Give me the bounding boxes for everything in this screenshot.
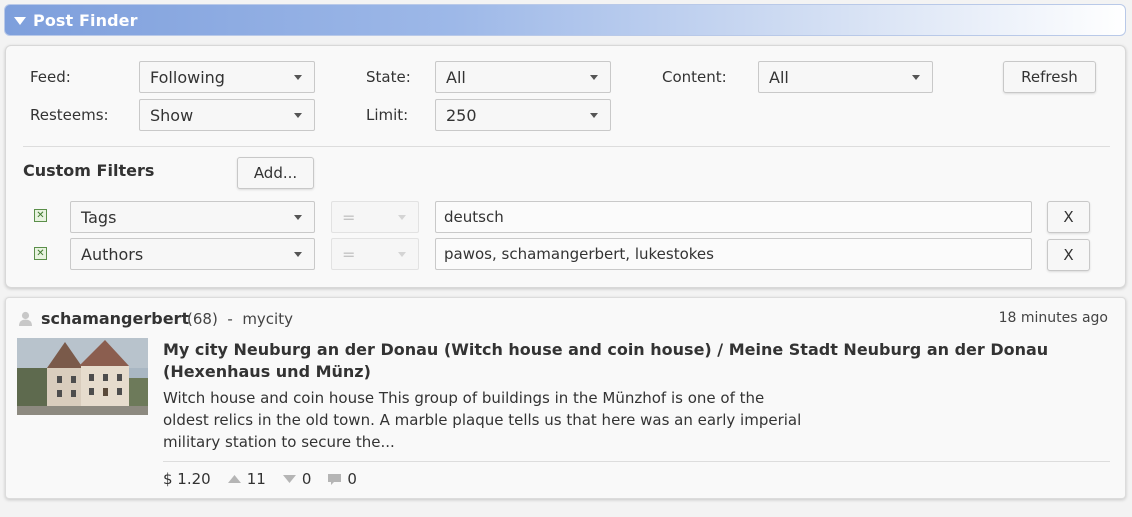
state-select[interactable]: All: [435, 61, 611, 93]
comments-stat[interactable]: 0: [327, 470, 357, 488]
filter-field-value: Authors: [81, 244, 144, 264]
downvote-stat[interactable]: 0: [282, 470, 312, 488]
feed-select-value: Following: [150, 67, 225, 87]
filter-enabled-checkbox[interactable]: ✕: [34, 209, 47, 222]
caret-down-icon: [912, 75, 920, 80]
filter-divider: [23, 146, 1110, 147]
resteems-select-value: Show: [150, 105, 194, 125]
filter-enabled-checkbox[interactable]: ✕: [34, 247, 47, 260]
filter-field-value: Tags: [81, 207, 117, 227]
feed-select[interactable]: Following: [139, 61, 315, 93]
caret-down-icon: [294, 215, 302, 220]
post-card: schamangerbert (68) - mycity 18 minutes …: [5, 297, 1126, 499]
post-finder-header[interactable]: Post Finder: [4, 4, 1126, 36]
filter-value-input[interactable]: [435, 201, 1032, 233]
upvote-stat[interactable]: 11: [227, 470, 266, 488]
caret-down-icon: [294, 252, 302, 257]
triangle-down-icon: [14, 17, 26, 25]
resteems-select[interactable]: Show: [139, 99, 315, 131]
payout-stat: $ 1.20: [163, 470, 211, 488]
add-filter-button[interactable]: Add...: [237, 157, 314, 189]
post-category-link[interactable]: mycity: [242, 310, 293, 328]
upvote-icon: [227, 475, 241, 483]
payout-value: $ 1.20: [163, 470, 211, 488]
caret-down-icon: [294, 113, 302, 118]
user-icon: [19, 311, 32, 326]
post-author-link[interactable]: schamangerbert: [41, 309, 189, 328]
filter-operator-value: =: [342, 207, 356, 227]
post-divider: [163, 461, 1110, 462]
comment-count: 0: [347, 470, 357, 488]
comment-icon: [328, 473, 342, 485]
state-select-value: All: [446, 67, 466, 87]
post-thumbnail-image: [17, 338, 148, 415]
limit-label: Limit:: [366, 106, 409, 124]
filter-field-select[interactable]: Tags: [70, 201, 315, 233]
content-select-value: All: [769, 67, 789, 87]
downvote-icon: [282, 475, 296, 483]
content-label: Content:: [662, 68, 727, 86]
filter-operator-select: =: [331, 238, 419, 270]
feed-label: Feed:: [30, 68, 71, 86]
post-excerpt: Witch house and coin house This group of…: [163, 389, 802, 451]
downvote-count: 0: [301, 470, 312, 488]
limit-select-value: 250: [446, 105, 477, 125]
caret-down-icon: [590, 113, 598, 118]
meta-separator: -: [227, 310, 233, 328]
post-finder-title: Post Finder: [33, 10, 138, 30]
limit-select[interactable]: 250: [435, 99, 611, 131]
post-meta: (68) - mycity: [187, 310, 293, 328]
filter-value-input[interactable]: [435, 238, 1032, 270]
check-x-icon: ✕: [36, 209, 45, 221]
state-label: State:: [366, 68, 411, 86]
post-stats: $ 1.20 11 0 0: [163, 470, 373, 488]
check-x-icon: ✕: [36, 247, 45, 259]
remove-filter-button[interactable]: X: [1047, 201, 1090, 233]
post-title-link[interactable]: My city Neuburg an der Donau (Witch hous…: [163, 339, 1113, 383]
caret-down-icon: [294, 75, 302, 80]
content-select[interactable]: All: [758, 61, 933, 93]
refresh-button[interactable]: Refresh: [1003, 61, 1096, 93]
author-reputation: (68): [187, 310, 218, 328]
post-time: 18 minutes ago: [998, 310, 1108, 326]
remove-filter-button[interactable]: X: [1047, 239, 1090, 271]
custom-filters-title: Custom Filters: [23, 161, 155, 180]
caret-down-icon: [590, 75, 598, 80]
caret-down-icon: [398, 215, 406, 220]
post-thumbnail[interactable]: [17, 338, 148, 415]
caret-down-icon: [398, 252, 406, 257]
upvote-count: 11: [246, 470, 266, 488]
filter-operator-select: =: [331, 201, 419, 233]
filter-operator-value: =: [342, 244, 356, 264]
filter-field-select[interactable]: Authors: [70, 238, 315, 270]
resteems-label: Resteems:: [30, 106, 109, 124]
filter-panel: Feed: Following State: All Content: All …: [5, 45, 1126, 288]
